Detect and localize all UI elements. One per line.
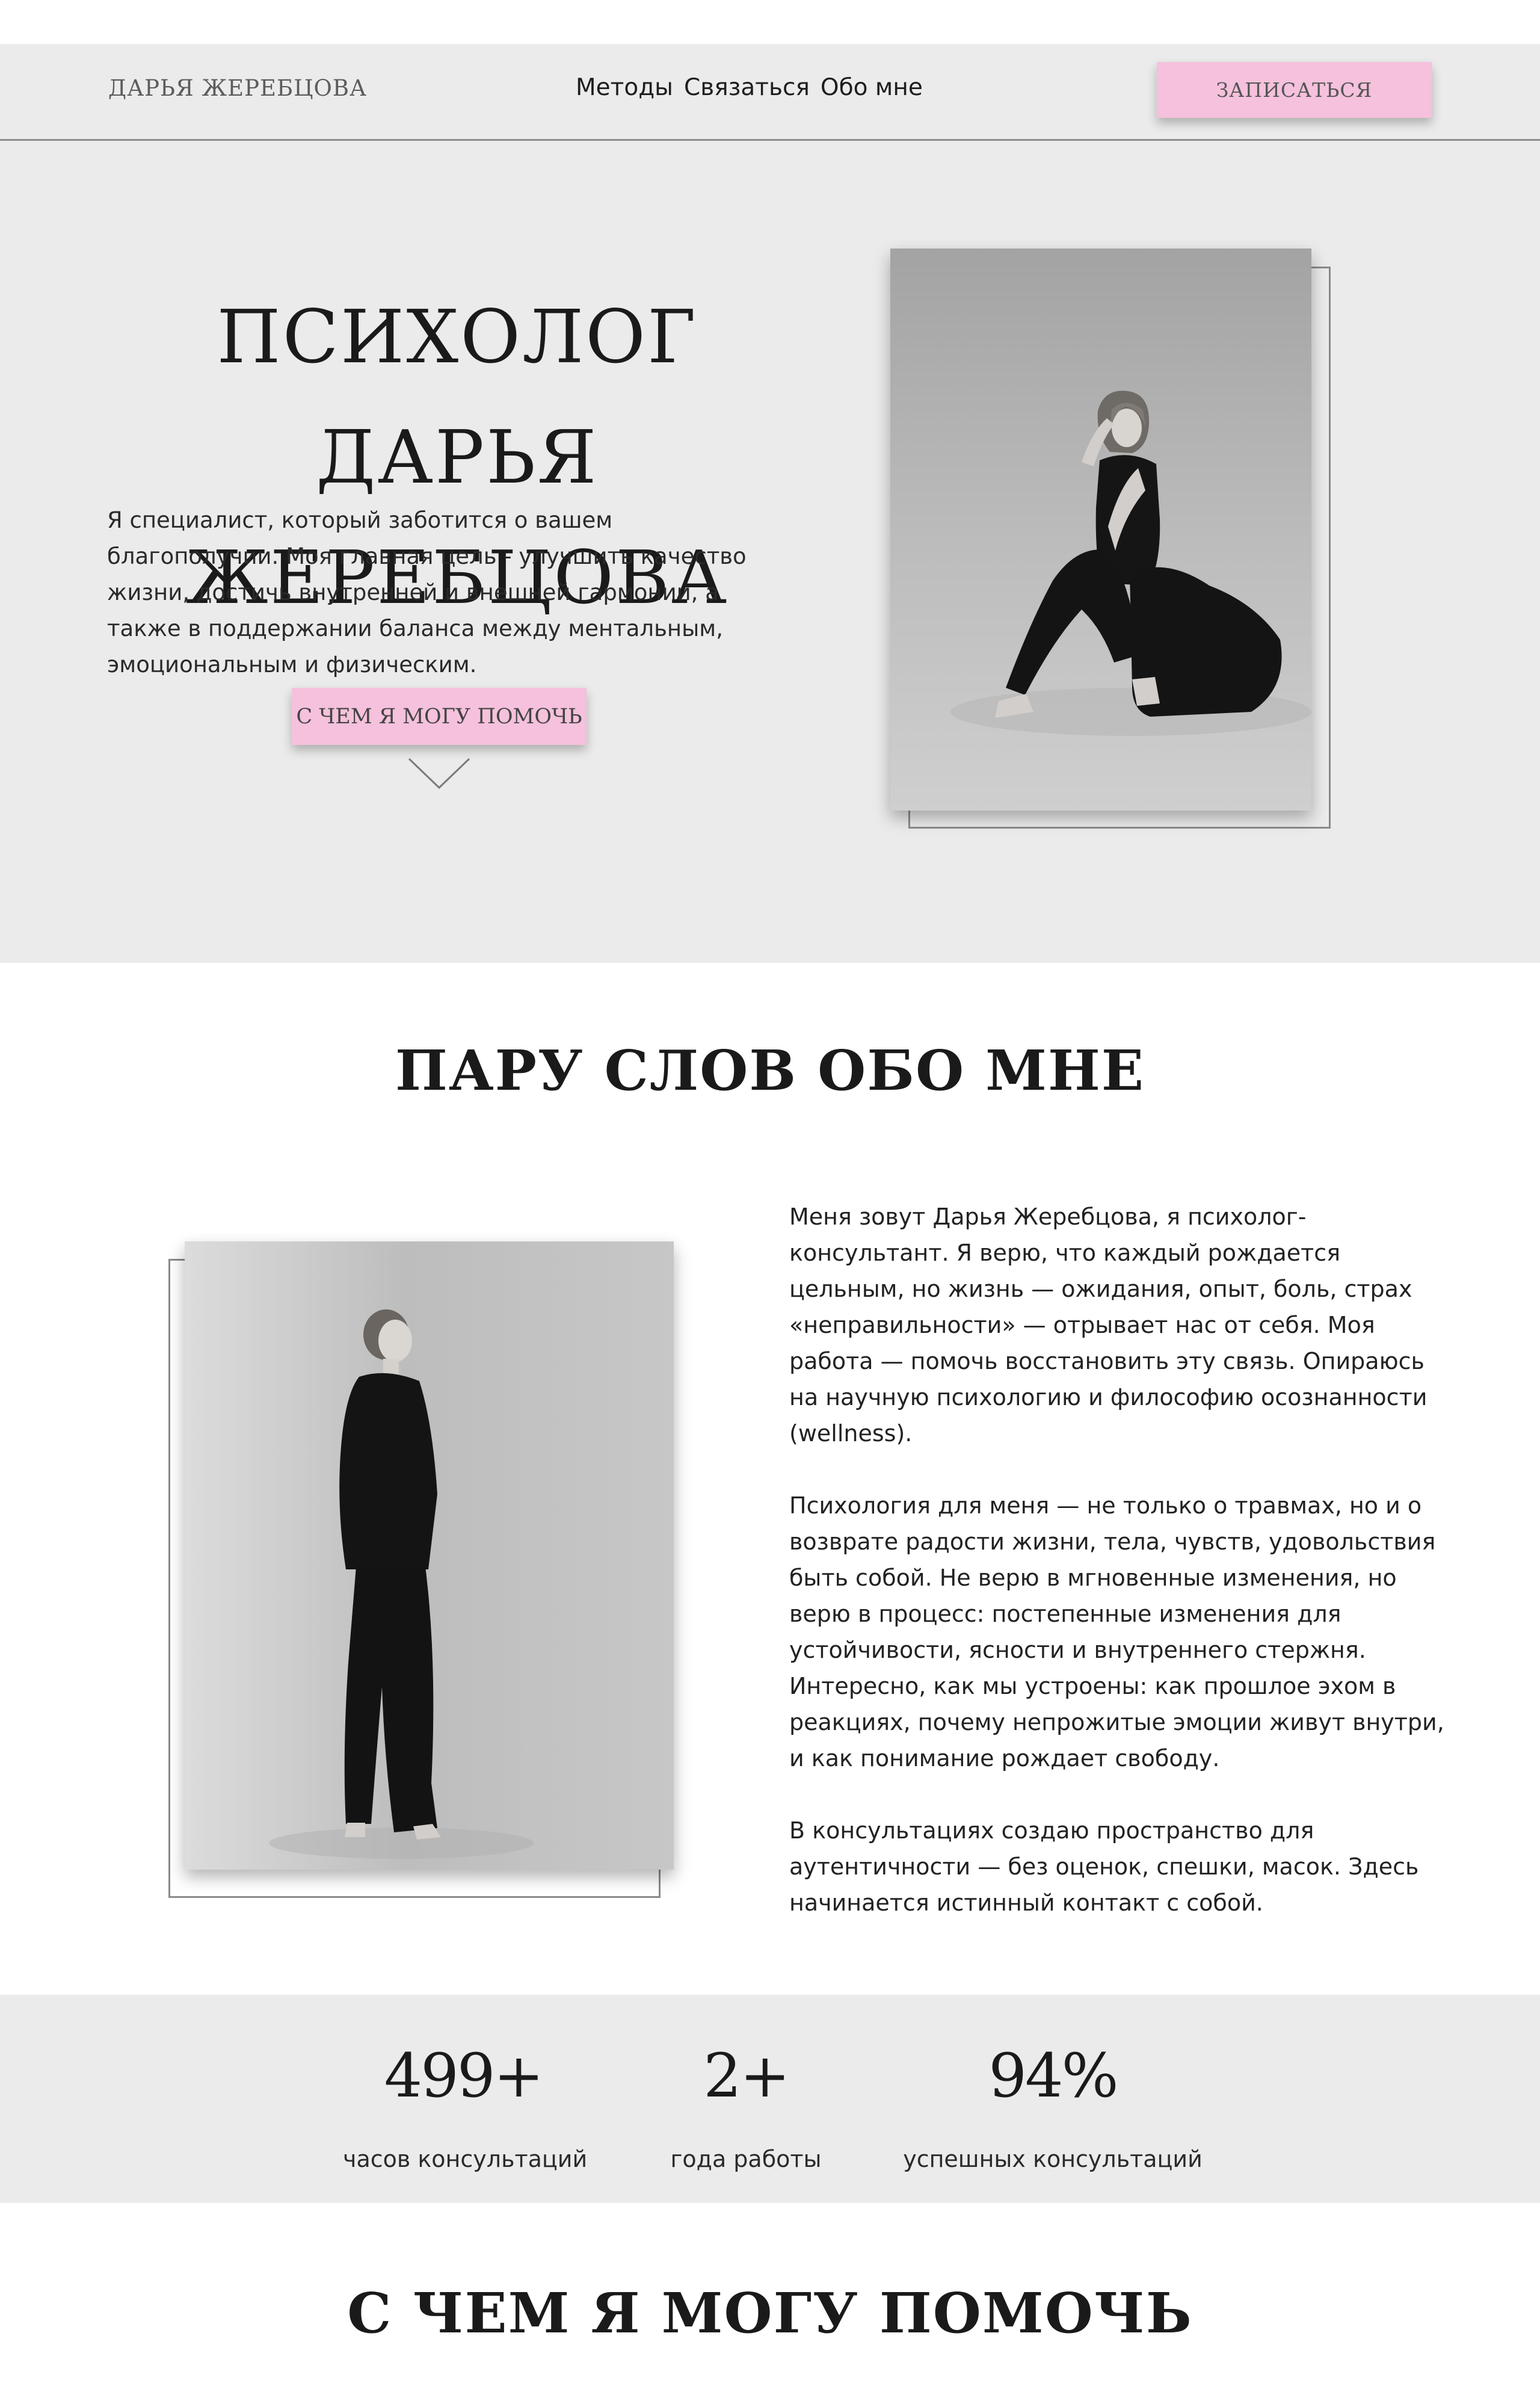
stat-label: часов консультаций	[343, 2146, 588, 2172]
main-nav: Методы Связаться Обо мне	[576, 74, 923, 101]
stat-value: 2+	[703, 2041, 790, 2111]
about-paragraph: Меня зовут Дарья Жеребцова, я психолог-к…	[789, 1204, 1428, 1447]
chevron-down-icon[interactable]	[407, 757, 471, 790]
nav-item-contact[interactable]: Связаться	[684, 74, 810, 101]
nav-item-about[interactable]: Обо мне	[821, 74, 923, 101]
stat-label: года работы	[670, 2146, 822, 2172]
about-paragraph: В консультациях создаю пространство для …	[789, 1817, 1419, 1916]
hero-description: Я специалист, который заботится о вашем …	[107, 507, 747, 678]
site-logo[interactable]: ДАРЬЯ ЖЕРЕБЦОВА	[108, 75, 367, 101]
book-button[interactable]: ЗАПИСАТЬСЯ	[1157, 62, 1432, 118]
hero-title-line1: ПСИХОЛОГ ДАРЬЯ	[217, 294, 698, 500]
about-paragraph: Психология для меня — не только о травма…	[789, 1492, 1444, 1772]
about-section-title: ПАРУ СЛОВ ОБО МНЕ	[395, 1038, 1145, 1103]
nav-item-methods[interactable]: Методы	[576, 74, 673, 101]
hero-portrait-photo	[890, 249, 1311, 811]
about-portrait-photo	[185, 1241, 674, 1870]
help-section-title: С ЧЕМ Я МОГУ ПОМОЧЬ	[347, 2281, 1193, 2346]
stat-label: успешных консультаций	[903, 2146, 1203, 2172]
stat-success-rate: 94% успешных консультаций	[902, 2034, 1203, 2172]
about-text: Меня зовут Дарья Жеребцова, я психолог-к…	[789, 1199, 1457, 1957]
how-can-i-help-button[interactable]: С ЧЕМ Я МОГУ ПОМОЧЬ	[292, 688, 587, 745]
stat-years: 2+ года работы	[650, 2034, 842, 2172]
stat-value: 499+	[384, 2041, 544, 2111]
stat-hours: 499+ часов консультаций	[343, 2034, 588, 2172]
stat-value: 94%	[988, 2041, 1118, 2111]
